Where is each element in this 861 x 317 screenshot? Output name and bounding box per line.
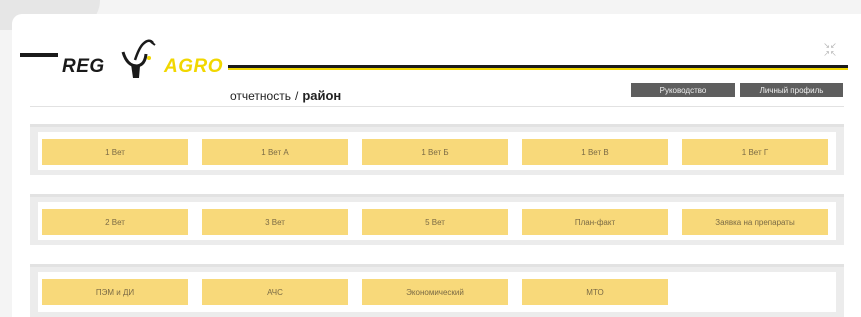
logo-line-left [20,53,58,57]
report-button-ach[interactable]: АЧС [202,279,348,305]
report-button-1vet-g[interactable]: 1 Вет Г [682,139,828,165]
logo-line-right-accent [228,68,848,70]
breadcrumb-current: район [302,88,342,103]
report-button-mto[interactable]: МТО [522,279,668,305]
report-button-5vet[interactable]: 5 Вет [362,209,508,235]
logo-text-reg: REG [62,56,105,77]
report-button-plan-fact[interactable]: План-факт [522,209,668,235]
report-button-3vet[interactable]: 3 Вет [202,209,348,235]
report-group-3: ПЭМ и ДИ АЧС Экономический МТО [30,264,844,317]
report-button-1vet-a[interactable]: 1 Вет А [202,139,348,165]
breadcrumb: отчетность / район [230,88,341,103]
breadcrumb-section[interactable]: отчетность [230,89,291,103]
header-divider [30,106,844,107]
collapse-arrows-icon[interactable]: ↘↙ ↗↖ [822,42,838,58]
breadcrumb-separator: / [294,89,299,103]
logo-text-agro: AGRO [164,56,223,77]
report-button-1vet-v[interactable]: 1 Вет В [522,139,668,165]
report-button-2vet[interactable]: 2 Вет [42,209,188,235]
report-button-drug-request[interactable]: Заявка на препараты [682,209,828,235]
report-button-1vet[interactable]: 1 Вет [42,139,188,165]
report-button-1vet-b[interactable]: 1 Вет Б [362,139,508,165]
profile-button[interactable]: Личный профиль [740,83,843,97]
report-group-2: 2 Вет 3 Вет 5 Вет План-факт Заявка на пр… [30,194,844,245]
guide-button[interactable]: Руководство [631,83,735,97]
report-group-1: 1 Вет 1 Вет А 1 Вет Б 1 Вет В 1 Вет Г [30,124,844,175]
logo-bull-icon [121,39,156,78]
report-button-economic[interactable]: Экономический [362,279,508,305]
report-button-pem-di[interactable]: ПЭМ и ДИ [42,279,188,305]
